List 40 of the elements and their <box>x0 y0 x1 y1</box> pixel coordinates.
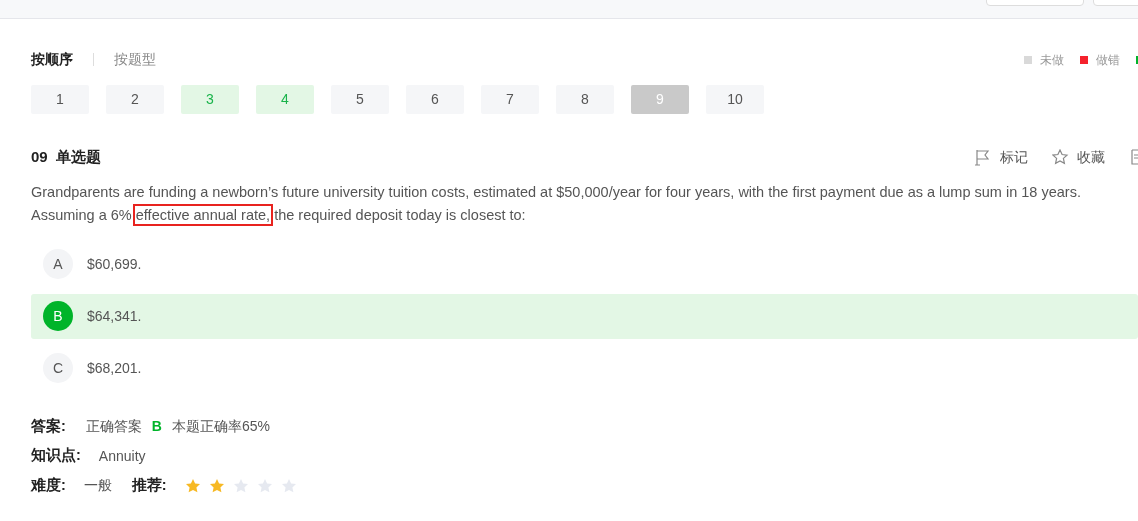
flag-icon <box>975 148 992 166</box>
option-letter: B <box>43 301 73 331</box>
empty-star-icon <box>280 477 297 494</box>
question-title: 09 单选题 <box>31 147 102 167</box>
option-text: $64,341. <box>87 306 142 326</box>
question-number-button[interactable]: 6 <box>406 85 464 114</box>
question-number-button[interactable]: 7 <box>481 85 539 114</box>
option-letter: A <box>43 249 73 279</box>
mode-tab[interactable]: 按顺序 <box>31 49 73 70</box>
flag-button[interactable]: 标记 <box>975 146 1028 168</box>
question-number-button[interactable]: 10 <box>706 85 764 114</box>
mode-tab[interactable]: 按题型 <box>114 49 156 70</box>
accuracy-rate: 本题正确率65% <box>171 416 270 436</box>
empty-star-icon <box>232 477 249 494</box>
question-number-button[interactable]: 8 <box>556 85 614 114</box>
empty-star-icon <box>256 477 273 494</box>
difficulty-value: 一般 <box>83 476 112 496</box>
recommend-label: 推荐: <box>131 476 167 495</box>
legend-label: 做错 <box>1096 51 1120 69</box>
star-icon <box>1052 148 1069 166</box>
question-number-button[interactable]: 2 <box>106 85 164 114</box>
knowledge-value: Annuity <box>98 446 146 466</box>
question-number-button[interactable]: 1 <box>31 85 89 114</box>
filled-star-icon <box>184 477 201 494</box>
legend-label: 未做 <box>1040 51 1064 69</box>
option-text: $60,699. <box>87 254 142 274</box>
option-text: $68,201. <box>87 358 142 378</box>
question-text: Grandparents are funding a newborn’s future university tuition costs, estimated at $50,000/year for four years, with the first payment due as a lump sum in 18 years. Assuming a 6% effective annual rate, the required deposit today is closest to: <box>31 180 1131 227</box>
filled-star-icon <box>208 477 225 494</box>
difficulty-label: 难度: <box>31 476 66 495</box>
question-number-button[interactable]: 5 <box>331 85 389 114</box>
option-letter: C <box>43 353 73 383</box>
option-row[interactable]: A $60,699. <box>31 241 1138 287</box>
star-button[interactable]: 收藏 <box>1052 146 1105 168</box>
option-row[interactable]: B $64,341. <box>31 293 1138 339</box>
answer-label: 答案: <box>31 416 66 436</box>
correct-answer-label: 正确答案 <box>85 416 142 436</box>
knowledge-label: 知识点: <box>31 446 81 466</box>
option-row[interactable]: C $68,201. <box>31 345 1138 391</box>
correct-answer-letter: B <box>151 416 162 436</box>
